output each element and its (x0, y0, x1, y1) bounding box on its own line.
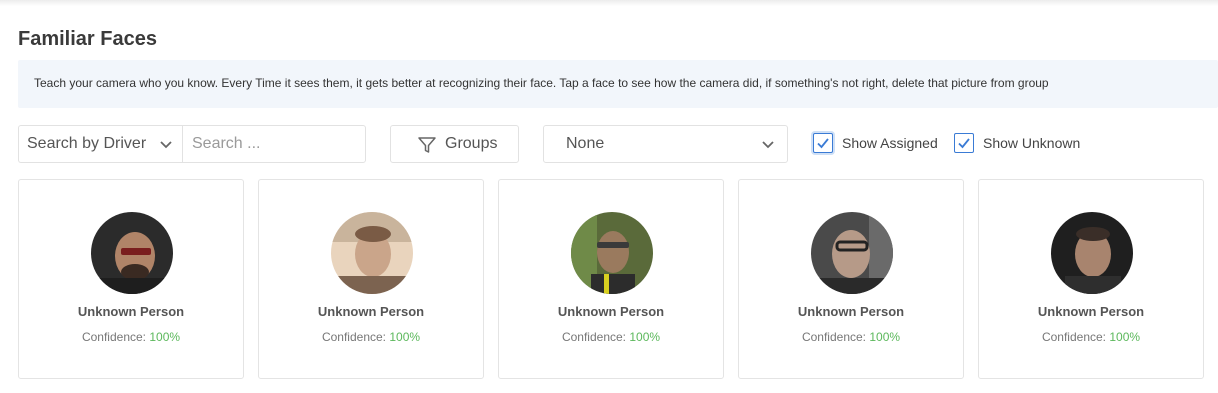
show-assigned-checkbox[interactable]: Show Assigned (813, 133, 943, 155)
search-by-label: Search by Driver (27, 135, 147, 152)
face-card[interactable]: Unknown Person Confidence: 100% (18, 179, 244, 379)
face-name: Unknown Person (797, 304, 905, 319)
face-card[interactable]: Unknown Person Confidence: 100% (978, 179, 1204, 379)
face-confidence: Confidence: 100% (561, 330, 661, 344)
group-select[interactable]: None (543, 125, 788, 163)
face-photo (571, 212, 653, 294)
face-name: Unknown Person (77, 304, 185, 319)
face-photo (91, 212, 173, 294)
face-photo (811, 212, 893, 294)
confidence-value: 100% (389, 330, 421, 344)
checkmark-icon (813, 133, 833, 153)
face-name: Unknown Person (1037, 304, 1145, 319)
confidence-value: 100% (1109, 330, 1141, 344)
show-unknown-checkbox[interactable]: Show Unknown (954, 133, 1084, 155)
face-name: Unknown Person (317, 304, 425, 319)
groups-label: Groups (445, 135, 498, 152)
confidence-value: 100% (149, 330, 181, 344)
show-assigned-label: Show Assigned (842, 135, 938, 151)
filter-icon (417, 135, 437, 160)
confidence-value: 100% (869, 330, 901, 344)
confidence-value: 100% (629, 330, 661, 344)
face-photo (331, 212, 413, 294)
info-banner: Teach your camera who you know. Every Ti… (18, 60, 1218, 108)
face-card[interactable]: Unknown Person Confidence: 100% (738, 179, 964, 379)
face-photo (1051, 212, 1133, 294)
groups-button[interactable]: Groups (390, 125, 519, 163)
face-confidence: Confidence: 100% (81, 330, 181, 344)
search-input[interactable] (182, 125, 366, 163)
top-shadow (0, 0, 1218, 6)
chevron-down-icon (761, 137, 775, 156)
face-confidence: Confidence: 100% (1041, 330, 1141, 344)
face-card[interactable]: Unknown Person Confidence: 100% (258, 179, 484, 379)
filter-bar: Search by Driver Groups None Show Assign… (18, 125, 1218, 163)
face-confidence: Confidence: 100% (321, 330, 421, 344)
search-by-select[interactable]: Search by Driver (18, 125, 183, 163)
info-text: Teach your camera who you know. Every Ti… (34, 76, 1049, 90)
face-name: Unknown Person (557, 304, 665, 319)
show-unknown-label: Show Unknown (983, 135, 1081, 151)
page-title: Familiar Faces (18, 28, 157, 50)
chevron-down-icon (159, 137, 173, 156)
face-confidence: Confidence: 100% (801, 330, 901, 344)
group-select-value: None (566, 135, 605, 152)
face-card[interactable]: Unknown Person Confidence: 100% (498, 179, 724, 379)
checkmark-icon (954, 133, 974, 153)
